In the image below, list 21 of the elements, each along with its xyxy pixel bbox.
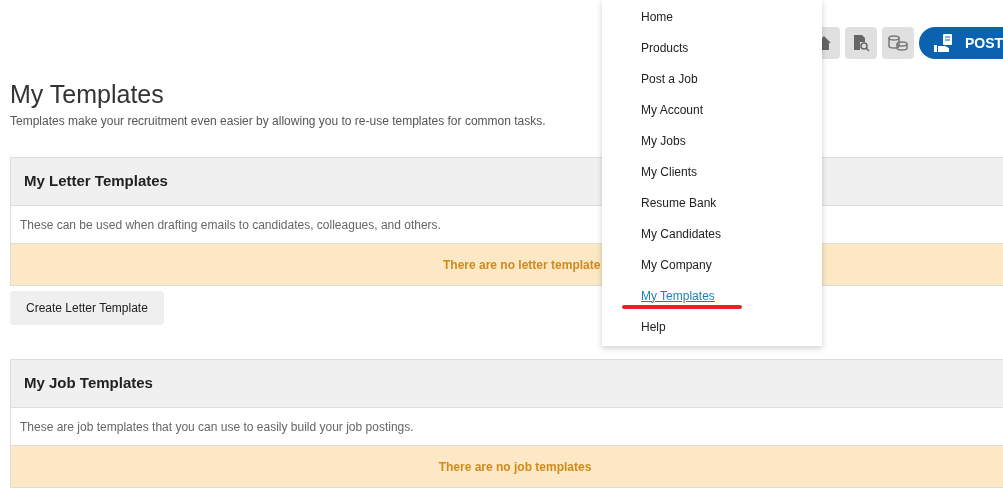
- notice-text: There are no job templates: [438, 458, 592, 476]
- menu-item[interactable]: My Jobs: [641, 131, 686, 150]
- panel-title: My Letter Templates: [24, 171, 168, 192]
- menu-item[interactable]: My Templates: [641, 286, 715, 305]
- panel-title: My Job Templates: [24, 373, 153, 394]
- menu-item[interactable]: My Account: [641, 100, 704, 119]
- notice-text: There are no letter template: [443, 256, 601, 274]
- panel-description: These are job templates that you can use to easily build your job postings.: [20, 418, 414, 436]
- page-subtitle: Templates make your recruitment even easier by allowing you to re-use templates for common tasks.: [10, 113, 547, 130]
- panel-description: These can be used when drafting emails to candidates, colleagues, and others.: [20, 216, 441, 234]
- create-template-button[interactable]: Create Letter Template: [10, 291, 164, 325]
- menu-item[interactable]: My Company: [641, 255, 712, 274]
- menu-item[interactable]: My Candidates: [641, 224, 722, 243]
- menu-item[interactable]: Help: [641, 317, 666, 336]
- menu-item[interactable]: Home: [641, 7, 673, 26]
- page-title: My Templates: [10, 79, 164, 110]
- menu-item[interactable]: My Clients: [641, 162, 697, 181]
- menu-item[interactable]: Resume Bank: [641, 193, 717, 212]
- post-button[interactable]: POST: [919, 27, 1003, 59]
- menu-item[interactable]: Products: [641, 38, 689, 57]
- menu-item[interactable]: Post a Job: [641, 69, 698, 88]
